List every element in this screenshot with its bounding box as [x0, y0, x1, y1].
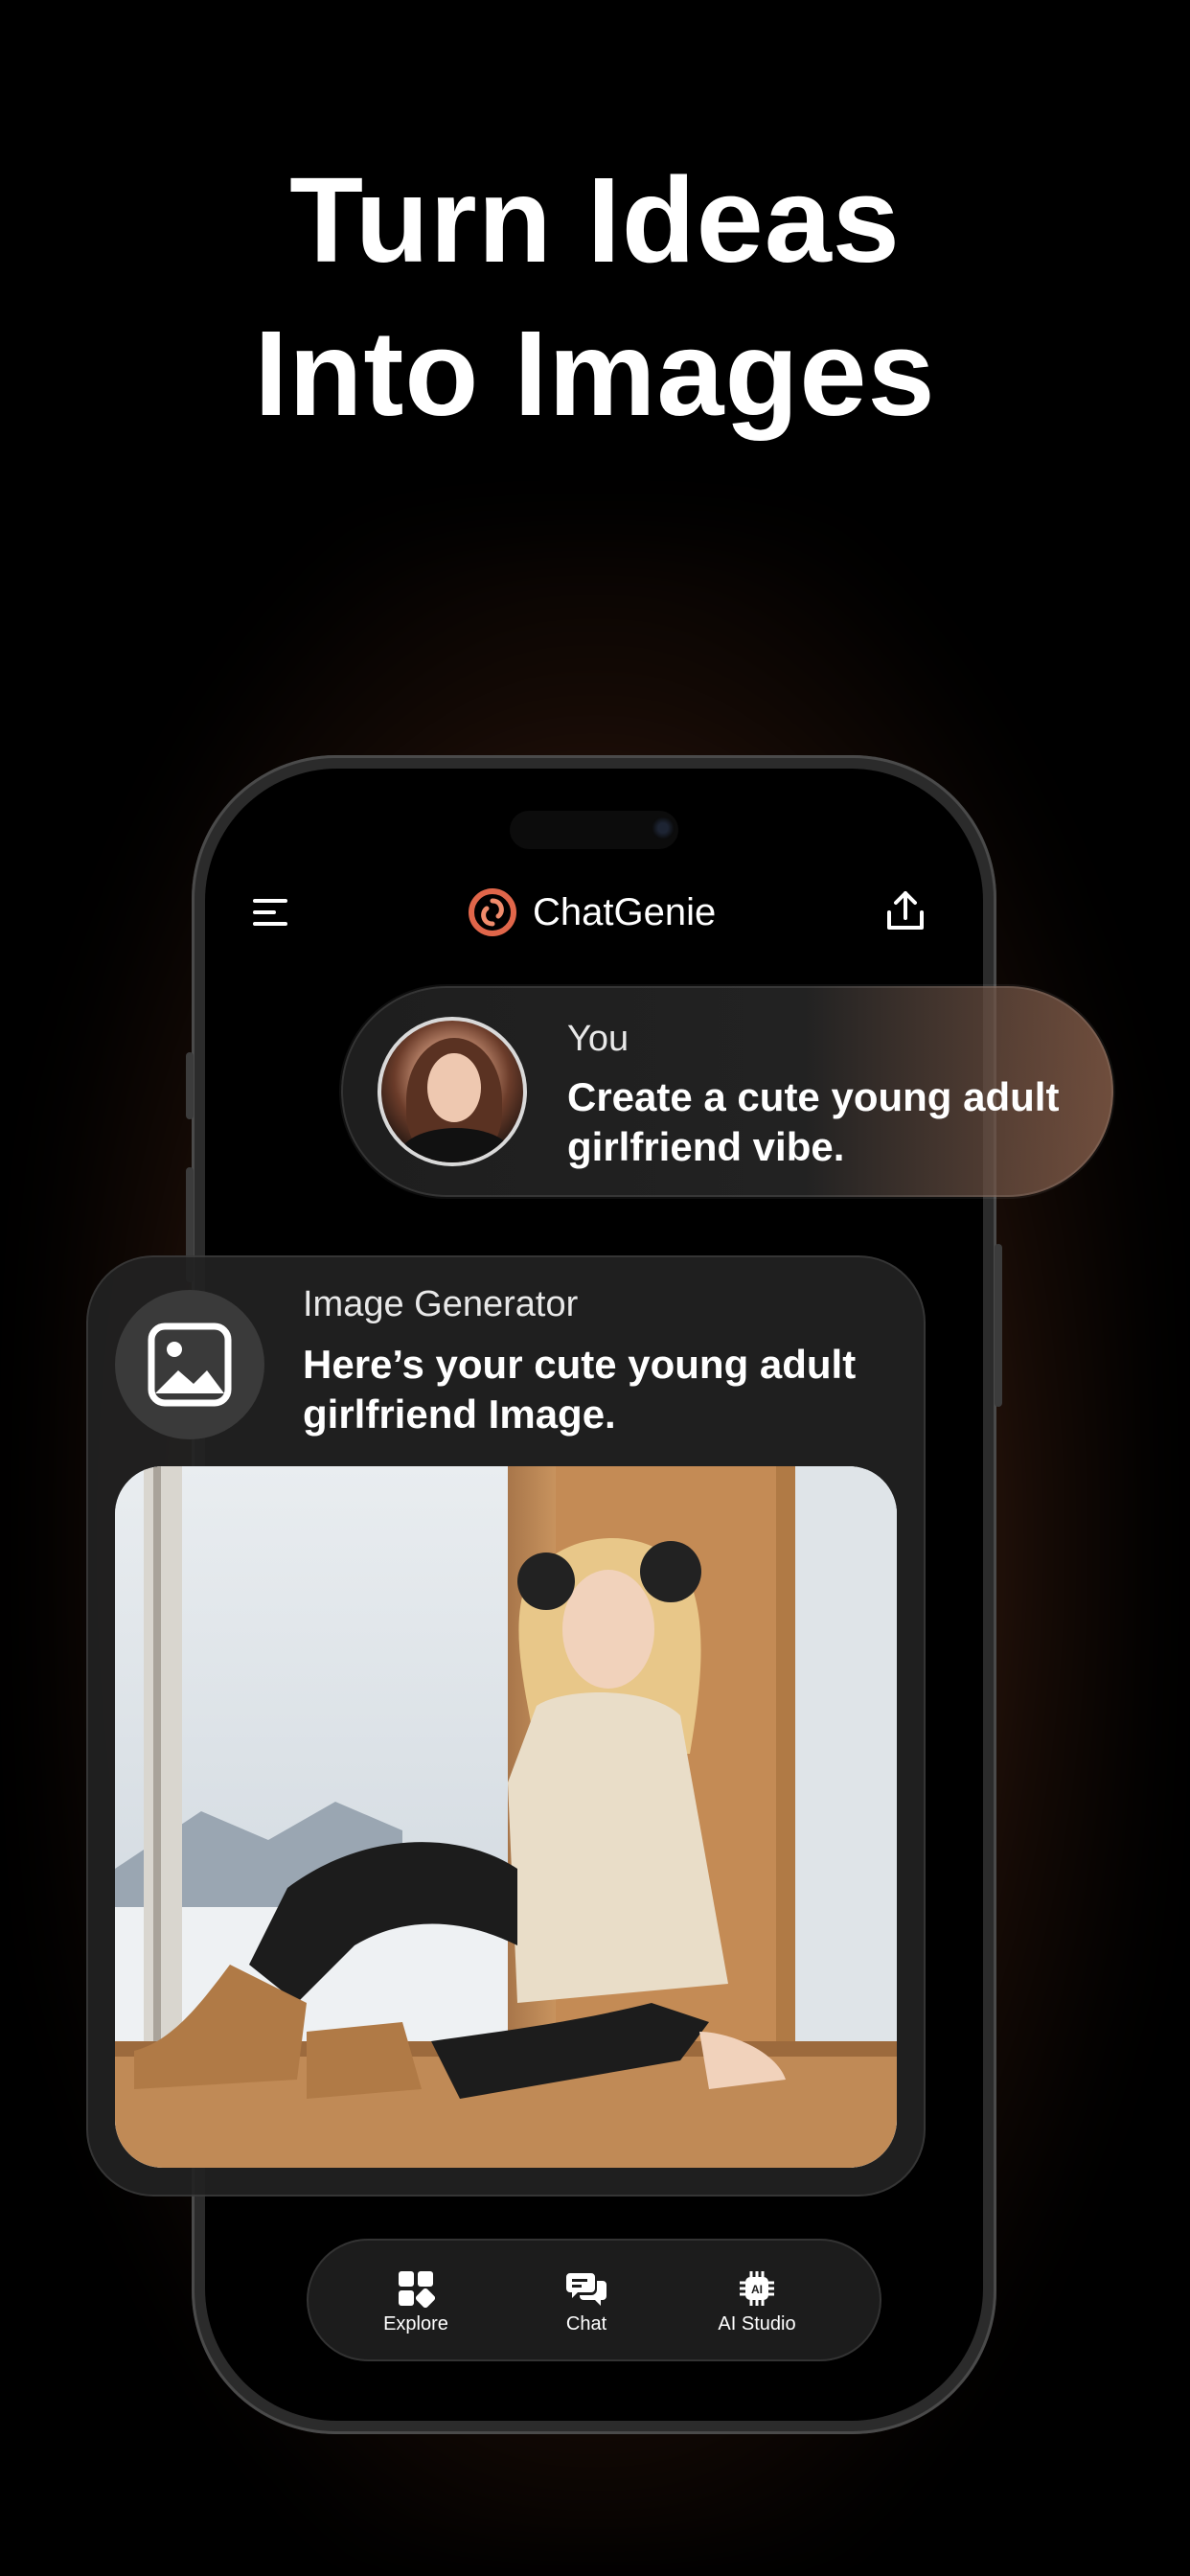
generator-avatar: [115, 1290, 264, 1439]
nav-item-ai-studio[interactable]: AI AI Studio: [671, 2269, 843, 2335]
user-message-bubble: You Create a cute young adult girlfriend…: [341, 986, 1113, 1197]
nav-label-explore: Explore: [383, 2313, 448, 2334]
generator-sender-label: Image Generator: [303, 1284, 579, 1324]
user-message-text: Create a cute young adult girlfriend vib…: [567, 1072, 1059, 1172]
nav-label-ai-studio: AI Studio: [718, 2313, 796, 2334]
bottom-navigation: Explore Chat AI AI Studio: [307, 2239, 881, 2361]
nav-item-chat[interactable]: Chat: [500, 2269, 673, 2335]
avatar: [378, 1017, 527, 1166]
chatgenie-logo-icon: [469, 888, 516, 936]
brand-name: ChatGenie: [533, 890, 717, 933]
ai-chip-icon: AI: [740, 2271, 774, 2306]
generator-message-line-2: girlfriend Image.: [303, 1392, 616, 1437]
share-upload-icon[interactable]: [881, 887, 929, 935]
user-sender-label: You: [567, 1019, 629, 1059]
generated-photo-illustration: [115, 1466, 897, 2168]
headline: Turn Ideas Into Images: [0, 144, 1190, 450]
generator-message-card: Image Generator Here’s your cute young a…: [86, 1255, 926, 2196]
front-camera: [652, 816, 675, 840]
generator-message-line-1: Here’s your cute young adult: [303, 1342, 857, 1387]
brand: ChatGenie: [462, 882, 716, 943]
grid-icon: [399, 2271, 435, 2308]
phone-action-button: [186, 1052, 194, 1119]
user-message-line-1: Create a cute young adult: [567, 1074, 1060, 1119]
chat-bubbles-icon: [566, 2273, 606, 2306]
promo-screen: Turn Ideas Into Images ChatGenie Explore…: [0, 0, 1190, 2576]
headline-line-1: Turn Ideas: [289, 152, 901, 288]
user-message-line-2: girlfriend vibe.: [567, 1124, 845, 1169]
image-icon: [148, 1322, 232, 1407]
app-top-bar: ChatGenie: [205, 874, 983, 951]
nav-label-chat: Chat: [565, 2313, 607, 2334]
phone-power-button: [995, 1244, 1002, 1407]
svg-text:AI: AI: [751, 2283, 763, 2296]
headline-line-2: Into Images: [254, 306, 936, 441]
generator-message-text: Here’s your cute young adult girlfriend …: [303, 1340, 856, 1439]
generated-image[interactable]: [115, 1466, 897, 2168]
hamburger-menu-icon[interactable]: [253, 895, 291, 930]
nav-item-explore[interactable]: Explore: [330, 2269, 502, 2335]
